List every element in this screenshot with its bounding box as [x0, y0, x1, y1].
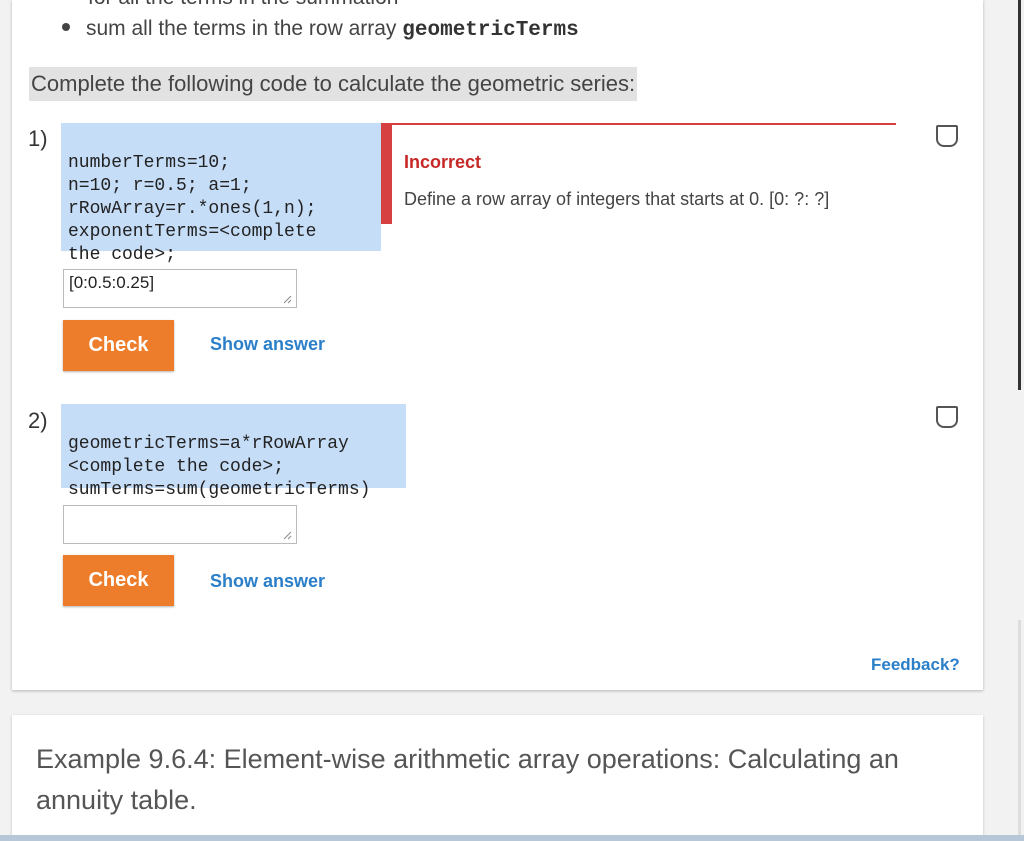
code-line: <complete the code>;: [68, 457, 285, 477]
question-1-feedback: Incorrect Define a row array of integers…: [381, 123, 896, 224]
scrollbar-edge: [1018, 0, 1021, 390]
code-line: geometricTerms=a*rRowArray: [68, 434, 349, 454]
question-2-code: geometricTerms=a*rRowArray <complete the …: [61, 404, 406, 500]
example-card: Example 9.6.4: Element-wise arithmetic a…: [12, 715, 983, 841]
cut-off-bullet-text: for all the terms in the summation: [88, 0, 398, 10]
page-edge: [1018, 620, 1021, 841]
question-1-check-button[interactable]: Check: [63, 320, 174, 371]
feedback-title: Incorrect: [404, 152, 482, 172]
resize-grip-icon[interactable]: [283, 295, 292, 304]
question-1-number: 1): [28, 126, 48, 151]
question-2-number: 2): [28, 408, 48, 433]
question-1-answer-input[interactable]: [0:0.5:0.25]: [63, 269, 297, 308]
question-2-completion-checkbox: [936, 406, 958, 428]
question-1-completion-checkbox: [936, 125, 958, 147]
bullet-text: sum all the terms in the row array: [86, 17, 403, 40]
question-1-code: numberTerms=10; n=10; r=0.5; a=1; rRowArra…: [61, 123, 381, 265]
resize-grip-icon[interactable]: [283, 531, 292, 540]
code-line: the code>;: [68, 245, 177, 265]
feedback-link[interactable]: Feedback?: [871, 655, 960, 675]
code-line: n=10; r=0.5; a=1;: [68, 176, 252, 196]
question-1-show-answer-link[interactable]: Show answer: [210, 334, 325, 355]
bottom-bar: [0, 835, 1024, 841]
code-line: exponentTerms=<complete: [68, 222, 317, 242]
code-line: sumTerms=sum(geometricTerms): [68, 480, 371, 500]
code-line: numberTerms=10;: [68, 153, 231, 173]
bullet-code: geometricTerms: [402, 19, 579, 42]
question-2-show-answer-link[interactable]: Show answer: [210, 571, 325, 592]
instruction-text: Complete the following code to calculate…: [29, 67, 638, 101]
bullet-item: sum all the terms in the row array geome…: [62, 17, 579, 42]
bullet-dot-icon: [62, 23, 70, 32]
question-2-check-button[interactable]: Check: [63, 555, 174, 606]
code-line: rRowArray=r.*ones(1,n);: [68, 199, 317, 219]
question-2-answer-input[interactable]: [63, 505, 297, 544]
feedback-text: Define a row array of integers that star…: [404, 189, 830, 209]
example-title: Example 9.6.4: Element-wise arithmetic a…: [36, 744, 899, 815]
